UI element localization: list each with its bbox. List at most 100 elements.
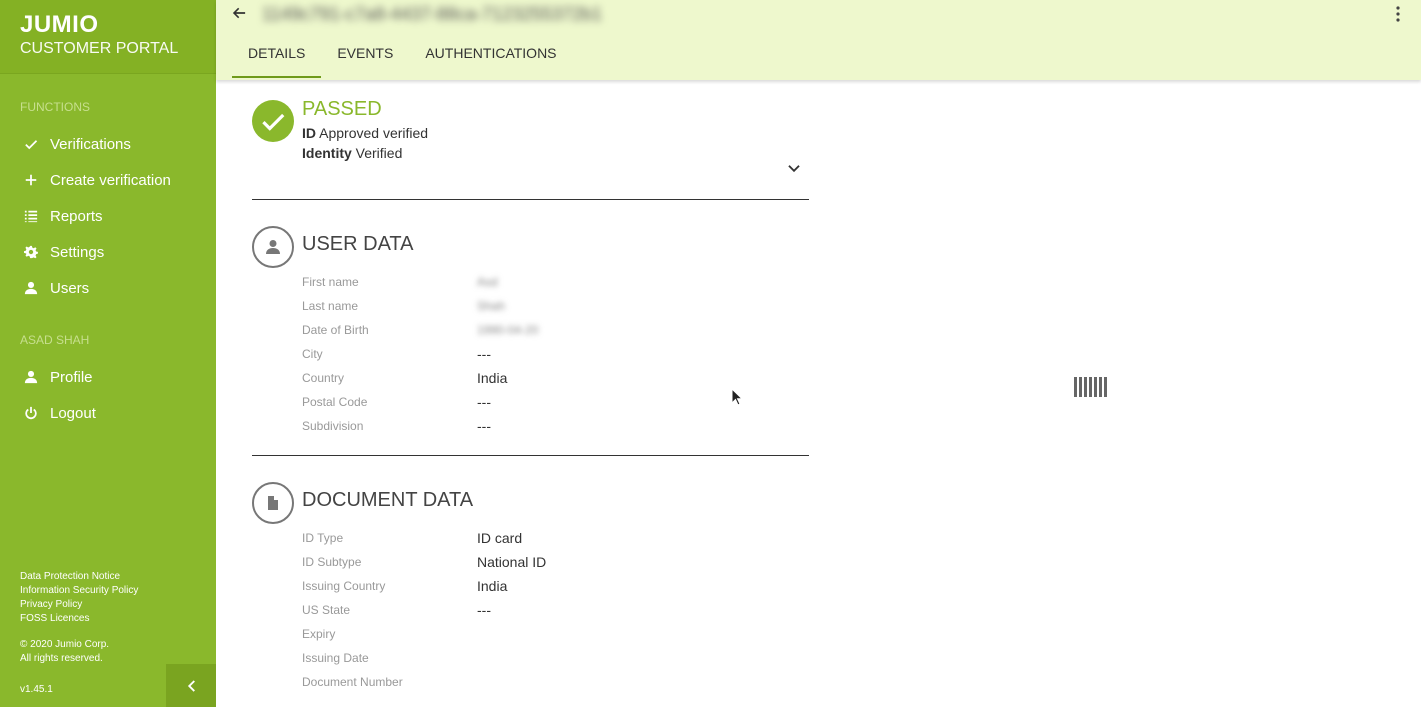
- arrow-left-icon: [232, 7, 246, 19]
- plus-icon: [22, 171, 40, 189]
- data-row: US State ---: [302, 598, 546, 622]
- privacy-policy-link[interactable]: Privacy Policy: [20, 598, 138, 612]
- field-value: Asd: [477, 275, 498, 289]
- user-icon: [252, 226, 294, 268]
- loader-bar: [1074, 377, 1077, 397]
- field-label: City: [302, 347, 323, 361]
- list-icon: [22, 207, 40, 225]
- data-protection-link[interactable]: Data Protection Notice: [20, 570, 138, 584]
- tab-events[interactable]: EVENTS: [321, 36, 409, 80]
- data-row: Country India: [302, 366, 538, 390]
- status-identity-line: Identity Verified: [302, 145, 402, 161]
- copyright: © 2020 Jumio Corp. All rights reserved.: [20, 638, 109, 666]
- field-value: 1990-04-20: [477, 323, 539, 337]
- document-data-rows: ID Type ID card ID Subtype National ID Iss…: [302, 526, 546, 694]
- sidebar-item-reports[interactable]: Reports: [0, 198, 216, 234]
- loader-bar: [1089, 377, 1092, 397]
- field-value: ---: [477, 418, 491, 434]
- field-label: Document Number: [302, 675, 403, 689]
- tab-authentications[interactable]: AUTHENTICATIONS: [409, 36, 572, 80]
- sidebar-item-label: Create verification: [50, 171, 171, 189]
- expand-status-button[interactable]: [787, 162, 803, 178]
- sidebar-item-label: Users: [50, 279, 90, 297]
- user-icon: [22, 368, 40, 386]
- field-label: ID Type: [302, 531, 344, 545]
- footer-links: Data Protection Notice Information Secur…: [20, 570, 138, 626]
- back-button[interactable]: [232, 6, 250, 24]
- collapse-sidebar-button[interactable]: [166, 664, 216, 707]
- loader-bar: [1079, 377, 1082, 397]
- check-icon: [22, 135, 40, 153]
- field-value: India: [477, 370, 508, 386]
- sidebar-item-label: Logout: [50, 404, 96, 422]
- functions-section-title: FUNCTIONS: [20, 100, 90, 114]
- data-row: City ---: [302, 342, 538, 366]
- brand-subtitle: CUSTOMER PORTAL: [20, 40, 179, 57]
- gear-icon: [22, 243, 40, 261]
- field-label: First name: [302, 275, 359, 289]
- field-label: Last name: [302, 299, 359, 313]
- loader-bar: [1104, 377, 1107, 397]
- sidebar-item-verifications[interactable]: Verifications: [0, 126, 216, 162]
- field-value: ---: [477, 394, 491, 410]
- chevron-left-icon: [187, 679, 195, 692]
- tab-details[interactable]: DETAILS: [232, 36, 322, 80]
- sidebar-item-label: Verifications: [50, 135, 131, 153]
- data-row: Issuing Country India: [302, 574, 546, 598]
- status-identity-value: Verified: [355, 145, 403, 161]
- header: 1149c791-c7a8-4437-88ca-7123255372b1 DET…: [216, 0, 1421, 80]
- sidebar-item-label: Reports: [50, 207, 103, 225]
- data-row: Date of Birth 1990-04-20: [302, 318, 538, 342]
- field-label: Postal Code: [302, 395, 368, 409]
- status-id-key: ID: [302, 125, 316, 141]
- loader-bar: [1084, 377, 1087, 397]
- data-row: ID Subtype National ID: [302, 550, 546, 574]
- brand-name: JUMIO: [20, 11, 99, 38]
- app-root: JUMIO CUSTOMER PORTAL FUNCTIONS Verifica…: [0, 0, 1421, 707]
- document-data-section: DOCUMENT DATA ID Type ID card ID Subtype N…: [252, 456, 809, 707]
- field-value: Shah: [477, 299, 506, 313]
- data-row: Expiry: [302, 622, 546, 646]
- mouse-cursor-icon: [731, 388, 743, 406]
- field-value: ---: [477, 346, 491, 362]
- user-icon: [22, 279, 40, 297]
- sidebar-item-profile[interactable]: Profile: [0, 359, 216, 395]
- status-id-line: ID Approved verified: [302, 125, 428, 141]
- user-data-section: USER DATA First name Asd Last name Shah Da…: [252, 200, 809, 456]
- foss-licences-link[interactable]: FOSS Licences: [20, 612, 138, 626]
- sidebar-item-settings[interactable]: Settings: [0, 234, 216, 270]
- user-data-title: USER DATA: [302, 233, 414, 255]
- field-label: US State: [302, 603, 351, 617]
- field-value: National ID: [477, 554, 547, 570]
- user-nav: Profile Logout: [0, 359, 216, 431]
- field-value: ---: [477, 602, 491, 618]
- field-label: Subdivision: [302, 419, 364, 433]
- status-section: PASSED ID Approved verified Identity Ver…: [252, 80, 809, 200]
- data-row: Subdivision ---: [302, 414, 538, 438]
- tab-bar: DETAILS EVENTS AUTHENTICATIONS: [232, 36, 573, 80]
- field-label: Country: [302, 371, 345, 385]
- sidebar-item-users[interactable]: Users: [0, 270, 216, 306]
- info-security-link[interactable]: Information Security Policy: [20, 584, 138, 598]
- user-section-title: ASAD SHAH: [20, 333, 90, 347]
- sidebar: JUMIO CUSTOMER PORTAL FUNCTIONS Verifica…: [0, 0, 216, 707]
- field-label: Issuing Country: [302, 579, 386, 593]
- status-title: PASSED: [302, 98, 382, 120]
- sidebar-item-create-verification[interactable]: Create verification: [0, 162, 216, 198]
- field-label: Expiry: [302, 627, 336, 641]
- sidebar-item-label: Profile: [50, 368, 93, 386]
- details-content: PASSED ID Approved verified Identity Ver…: [252, 80, 809, 707]
- data-row: Last name Shah: [302, 294, 538, 318]
- sidebar-item-label: Settings: [50, 243, 105, 261]
- brand: JUMIO CUSTOMER PORTAL: [0, 0, 216, 74]
- data-row: First name Asd: [302, 270, 538, 294]
- power-icon: [22, 404, 40, 422]
- status-id-value: Approved verified: [319, 125, 429, 141]
- version-label: v1.45.1: [20, 684, 53, 695]
- sidebar-item-logout[interactable]: Logout: [0, 395, 216, 431]
- loader-bar: [1094, 377, 1097, 397]
- more-menu-button[interactable]: [1395, 6, 1405, 24]
- data-row: ID Type ID card: [302, 526, 546, 550]
- loader-bar: [1099, 377, 1102, 397]
- field-label: ID Subtype: [302, 555, 362, 569]
